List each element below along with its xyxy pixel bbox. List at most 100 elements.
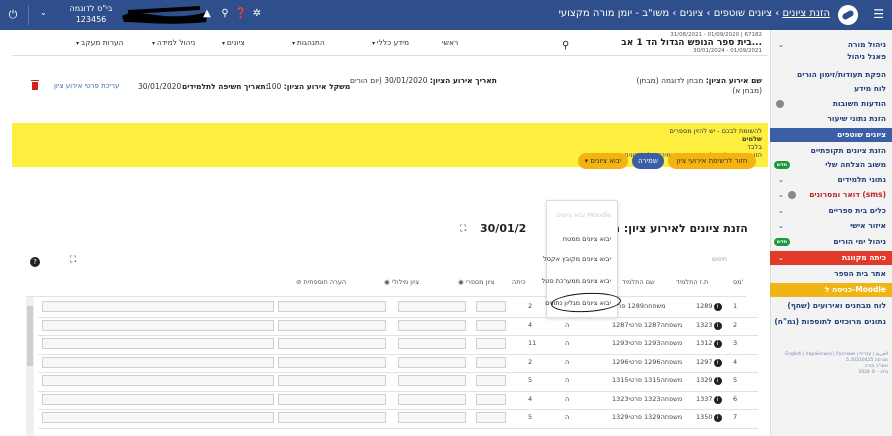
student-id[interactable]: 1350 <box>696 413 722 422</box>
numeric-grade-input[interactable] <box>476 356 506 368</box>
breadcrumb-grades-ongoing[interactable]: ציונים שוטפים <box>714 8 772 19</box>
nav-learning-management[interactable]: ▾ ניהול למידה <box>152 38 195 47</box>
verbal-grade-input[interactable] <box>398 412 466 423</box>
help-icon[interactable]: ? <box>30 257 40 267</box>
sidebar-item-13[interactable]: ניהול ימי הורים חדש <box>770 235 892 249</box>
nav-general-info[interactable]: ▾ מידע כללי <box>372 38 409 47</box>
note-input[interactable] <box>278 338 386 349</box>
student-id[interactable]: 1337 <box>696 395 722 404</box>
extra-input[interactable] <box>42 356 274 368</box>
sidebar-item-14[interactable]: כיתה מקוונת ⌄ <box>770 251 892 265</box>
breadcrumb-app[interactable]: משו"ב - יומן מורה מקצועי <box>559 8 670 19</box>
school-date-box[interactable]: ⚲ 31/08/2021 - 01/09/2020 | 67182 בית ספ… <box>562 32 762 54</box>
numeric-grade-input[interactable] <box>476 338 506 349</box>
student-id[interactable]: 1329 <box>696 376 722 385</box>
menu-icon[interactable]: ☰ <box>873 7 884 21</box>
sidebar-item-15[interactable]: אתר בית הספר <box>770 267 892 281</box>
school-code: 123456 <box>75 15 107 24</box>
extra-input[interactable] <box>42 338 274 349</box>
sidebar-item-5[interactable]: הזנת נתוני שיעור <box>770 112 892 126</box>
menu-item-import-mtch[interactable]: יבוא ציונים ממטח <box>563 235 611 243</box>
col-numeric-grade[interactable]: ◉ ציון מספרי <box>458 270 494 294</box>
return-to-events-button[interactable]: חזור לרשימת אירועי ציון <box>668 153 756 169</box>
nav-main[interactable]: ראשי <box>442 38 458 47</box>
extra-input[interactable] <box>42 375 274 386</box>
edit-event-link[interactable]: עריכת פרטי אירוע ציון <box>54 82 119 90</box>
sidebar-item-4[interactable]: הודעות חשובות <box>770 97 892 111</box>
search-icon[interactable]: ⚲ <box>562 40 569 51</box>
student-id[interactable]: 1312 <box>696 339 722 348</box>
note-input[interactable] <box>278 393 386 405</box>
verbal-grade-input[interactable] <box>398 319 466 331</box>
breadcrumb-grades[interactable]: ציונים <box>680 8 704 19</box>
sidebar-item-7[interactable]: הזנת ציונים תקופתיים <box>770 144 892 158</box>
breadcrumb-current[interactable]: הזנת ציונים <box>782 8 830 19</box>
fullscreen-icon[interactable]: ⛶ <box>70 255 76 265</box>
help-icon[interactable]: ❓ <box>234 7 248 21</box>
scrollbar-thumb[interactable] <box>27 306 33 366</box>
student-id[interactable]: 1323 <box>696 321 722 330</box>
extra-input[interactable] <box>42 393 274 405</box>
chevron-down-icon[interactable]: ⌄ <box>40 8 47 17</box>
col-verbal-grade[interactable]: ◉ ציון מילולי <box>384 270 419 294</box>
menu-item-import-excel[interactable]: יבוא ציונים מקובץ אקסל <box>543 255 611 263</box>
note-input[interactable] <box>278 356 386 368</box>
sidebar-item-2[interactable]: הפקת תעודות/זימון הורים <box>770 68 892 82</box>
sidebar-item-11[interactable]: כלים בית ספריים ⌄ <box>770 204 892 218</box>
sidebar-item-label: הפקת תעודות/זימון הורים <box>797 70 886 79</box>
save-button[interactable]: שמירה <box>632 153 664 169</box>
col-verbal-grade-label: ציון מילולי <box>391 278 420 286</box>
search-input[interactable]: חיפוש <box>712 256 727 263</box>
chevron-down-icon: ⌄ <box>778 191 784 199</box>
nav-behavior[interactable]: ▾ התנהגות <box>292 38 325 47</box>
sidebar-item-12[interactable]: איזור אישי ⌄ <box>770 219 892 233</box>
verbal-grade-input[interactable] <box>398 393 466 405</box>
student-id[interactable]: 1289 <box>696 302 722 311</box>
sidebar-item-16[interactable]: כניסה ל-Moodle <box>770 283 892 297</box>
nav-tracking-notes[interactable]: ▾ הערות מעקב <box>76 38 124 47</box>
col-extra-note[interactable]: ⊘ הערה תוספתית <box>296 270 346 294</box>
verbal-grade-input[interactable] <box>398 375 466 386</box>
nav-label: ציונים <box>226 38 245 47</box>
note-input[interactable] <box>278 301 386 312</box>
expand-icon[interactable]: ⛶ <box>460 224 466 234</box>
extra-input[interactable] <box>42 301 274 312</box>
numeric-grade-input[interactable] <box>476 301 506 312</box>
sidebar-item-8[interactable]: משוב הצלחה שלי חדש <box>770 158 892 172</box>
bell-icon[interactable]: ▲ <box>200 7 214 21</box>
import-grades-button[interactable]: ▾ יבוא ציונים <box>578 153 628 169</box>
nav-grades[interactable]: ▾ ציונים <box>222 38 245 47</box>
sidebar-item-1[interactable]: פאנל ניהול <box>770 50 892 64</box>
sidebar-item-17[interactable]: לוח מבחנים ואירועים (שחף) <box>770 299 892 313</box>
student-name: משפחה1289 פרטי <box>612 302 666 310</box>
note-input[interactable] <box>278 319 386 331</box>
note-input[interactable] <box>278 412 386 423</box>
sidebar-item-18[interactable]: נתונים מרוכזים לתוספות (גמ"ח) <box>770 315 892 329</box>
student-id[interactable]: 1297 <box>696 358 722 367</box>
verbal-grade-input[interactable] <box>398 301 466 312</box>
numeric-grade-input[interactable] <box>476 375 506 386</box>
divider <box>38 427 758 429</box>
extra-input[interactable] <box>42 412 274 423</box>
menu-item-import-moodle[interactable]: יבוא ציונים Moodle <box>557 211 611 219</box>
numeric-grade-input[interactable] <box>476 412 506 423</box>
school-selector[interactable]: בי"ס לדוגמה 123456 <box>56 3 126 25</box>
numeric-grade-input[interactable] <box>476 393 506 405</box>
eye-icon[interactable]: ◉ <box>458 278 466 286</box>
trash-icon[interactable] <box>31 80 39 90</box>
note-input[interactable] <box>278 375 386 386</box>
eye-icon[interactable]: ◉ <box>384 278 392 286</box>
sidebar-item-10[interactable]: דואר ומסרונים (sms) ⌄ <box>770 188 892 202</box>
menu-item-import-stl[interactable]: יבוא ציונים ממערכת סטל <box>542 277 611 285</box>
sidebar-item-9[interactable]: נתוני תלמידים ⌄ <box>770 173 892 187</box>
sidebar-item-3[interactable]: לוח מידע <box>770 82 892 96</box>
extra-input[interactable] <box>42 319 274 331</box>
verbal-grade-input[interactable] <box>398 356 466 368</box>
verbal-grade-input[interactable] <box>398 338 466 349</box>
power-icon[interactable]: ⏻ <box>4 6 22 24</box>
sidebar-item-6[interactable]: ציונים שוטפים <box>770 128 892 142</box>
gear-icon[interactable]: ✲ <box>250 7 264 21</box>
search-icon[interactable]: ⚲ <box>218 7 232 21</box>
eye-off-icon[interactable]: ⊘ <box>296 278 304 286</box>
numeric-grade-input[interactable] <box>476 319 506 331</box>
